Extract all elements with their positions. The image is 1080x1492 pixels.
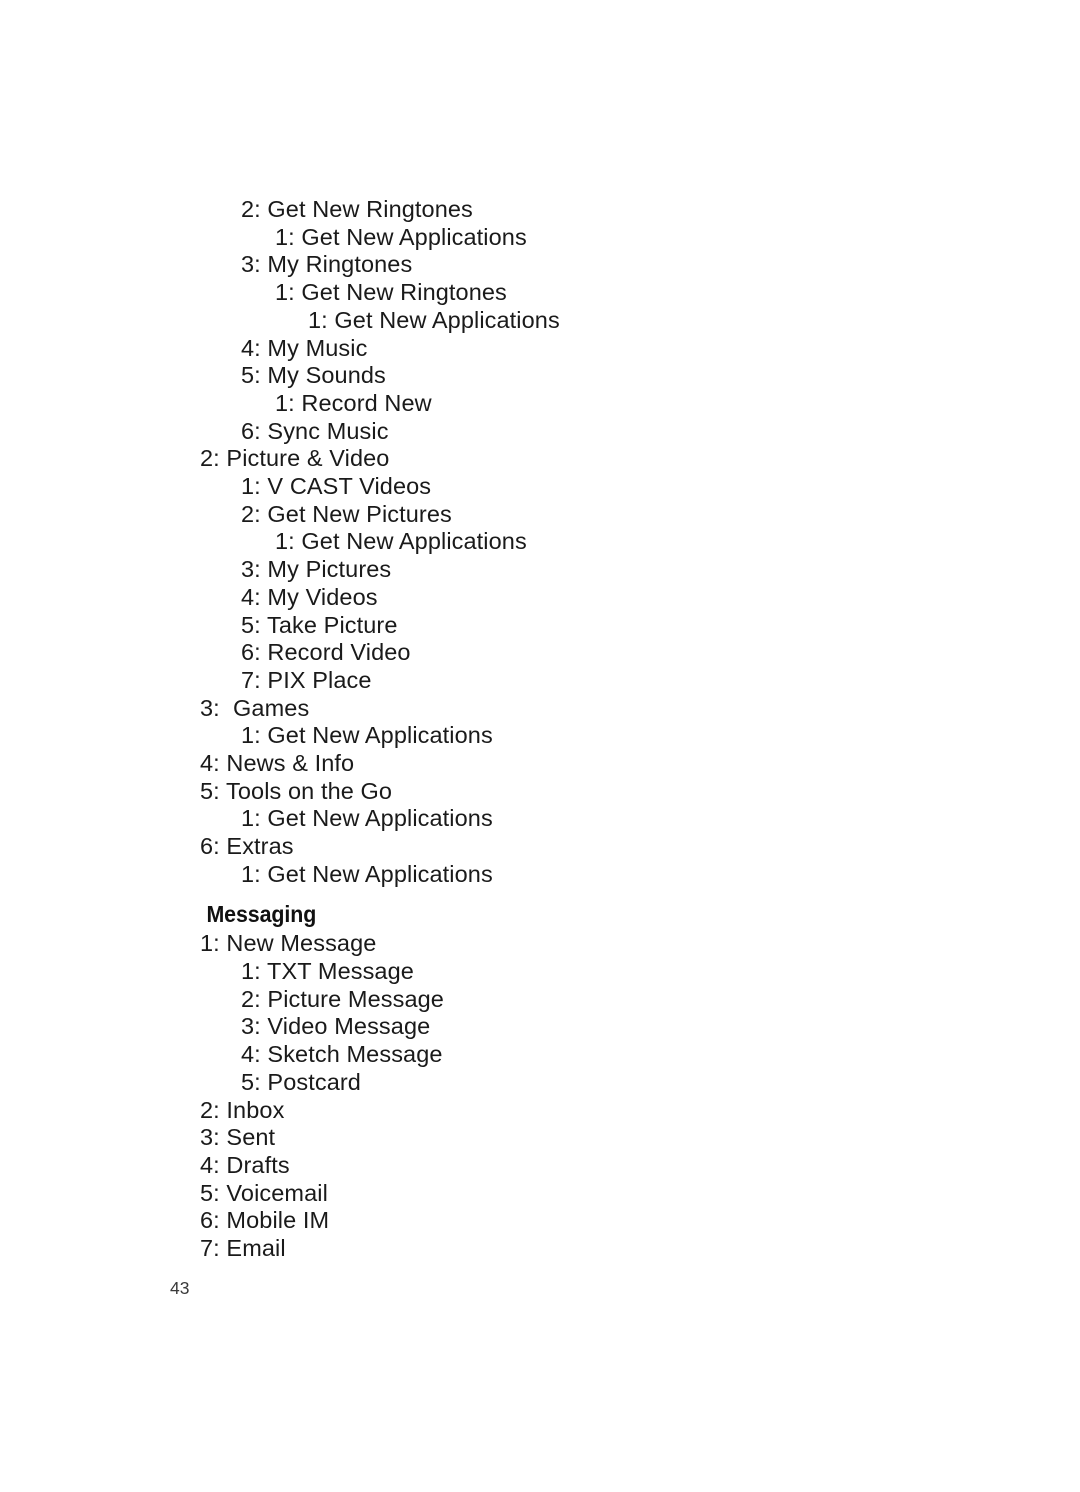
menu-item: 4: My Videos — [241, 583, 378, 610]
menu-item: 6: Sync Music — [241, 417, 389, 444]
menu-item: 2: Picture & Video — [200, 445, 390, 472]
document-page: 2: Get New Ringtones 1: Get New Applicati… — [0, 0, 1080, 1492]
menu-item: 3: Sent — [200, 1124, 276, 1151]
menu-item: 1: Get New Applications — [241, 722, 493, 749]
page-number: 43 — [170, 1278, 190, 1298]
menu-item: 4: News & Info — [200, 750, 355, 777]
menu-item: 1: Get New Applications — [275, 528, 527, 555]
menu-item: 1: Get New Applications — [241, 805, 493, 832]
menu-item: 2: Get New Pictures — [241, 500, 452, 527]
menu-item: 5: Tools on the Go — [200, 777, 393, 804]
menu-item: 5: Postcard — [241, 1068, 361, 1095]
menu-item: 5: My Sounds — [241, 362, 386, 389]
menu-item: 4: My Music — [241, 334, 368, 361]
menu-item: 3: Games — [200, 694, 310, 721]
menu-item: 2: Get New Ringtones — [241, 196, 473, 222]
menu-item: 3: My Pictures — [241, 556, 392, 583]
menu-item: 1: TXT Message — [241, 957, 414, 984]
menu-item: 1: Get New Applications — [241, 860, 493, 887]
menu-item: 6: Record Video — [241, 639, 411, 666]
menu-item: 2: Inbox — [200, 1096, 285, 1123]
menu-item: 4: Sketch Message — [241, 1041, 443, 1068]
menu-item: 1: New Message — [200, 930, 377, 957]
menu-item: 3: Video Message — [241, 1013, 431, 1040]
menu-item: 3: My Ringtones — [241, 251, 413, 278]
menu-item: 1: Get New Applications — [308, 306, 560, 333]
menu-item: 5: Voicemail — [200, 1179, 328, 1206]
section-heading: Messaging — [206, 900, 317, 927]
menu-item: 5: Take Picture — [241, 611, 398, 638]
menu-tree-content: 2: Get New Ringtones 1: Get New Applicati… — [0, 196, 1080, 1263]
menu-item: 7: Email — [200, 1235, 286, 1262]
menu-item: 6: Mobile IM — [200, 1207, 330, 1234]
menu-item: 7: PIX Place — [241, 666, 372, 693]
menu-item: 1: Get New Applications — [275, 223, 527, 250]
menu-item: 1: Record New — [275, 389, 432, 416]
menu-item: 4: Drafts — [200, 1151, 290, 1178]
menu-item: 6: Extras — [200, 833, 294, 860]
menu-item: 1: V CAST Videos — [241, 473, 432, 500]
menu-item: 1: Get New Ringtones — [275, 279, 507, 306]
menu-item: 2: Picture Message — [241, 985, 444, 1012]
